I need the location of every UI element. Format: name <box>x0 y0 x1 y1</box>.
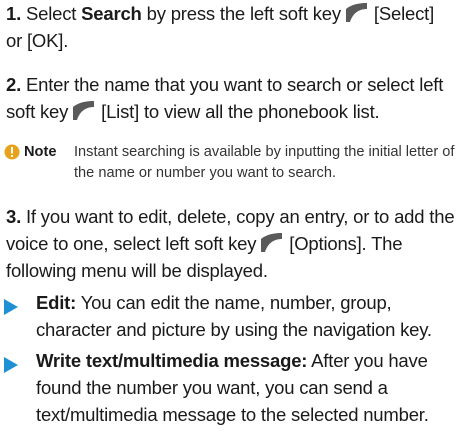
triangle-bullet-icon <box>4 295 18 315</box>
softkey-label: [Select] <box>373 3 435 24</box>
step-text: or [OK]. <box>6 30 69 51</box>
bullet-title: Edit: <box>36 292 77 313</box>
left-soft-key-icon <box>345 2 368 23</box>
menu-item-search: Search <box>81 3 142 24</box>
softkey-label: [Options]. <box>289 233 367 254</box>
note-text: Instant searching is available by inputt… <box>74 144 455 181</box>
note-block: Note Instant searching is available by i… <box>4 142 466 186</box>
bullet-text: Write text/multimedia message: After you… <box>36 347 468 428</box>
left-soft-key-icon <box>72 100 95 121</box>
step-number: 2. <box>6 74 22 95</box>
bullet-text: Edit: You can edit the name, number, gro… <box>36 289 468 343</box>
step-2: 2. Enter the name that you want to searc… <box>6 71 466 125</box>
step-text: Select <box>25 3 77 24</box>
info-icon <box>4 144 20 160</box>
triangle-bullet-icon <box>4 353 18 373</box>
step-text: by press the left soft key <box>146 3 341 24</box>
step-3: 3. If you want to edit, delete, copy an … <box>6 203 466 284</box>
step-number: 3. <box>6 206 22 227</box>
bullet-edit: Edit: You can edit the name, number, gro… <box>4 289 466 343</box>
step-text: to view all the phonebook list. <box>143 101 380 122</box>
note-label: Note <box>24 144 57 160</box>
manual-page: 1. Select Search by press the left soft … <box>0 0 471 431</box>
bullet-write-message: Write text/multimedia message: After you… <box>4 347 466 428</box>
bullet-description: You can edit the name, number, group, ch… <box>36 292 432 340</box>
bullet-title: Write text/multimedia message: <box>36 350 308 371</box>
step-1: 1. Select Search by press the left soft … <box>6 0 466 54</box>
left-soft-key-icon <box>260 232 283 253</box>
step-number: 1. <box>6 3 22 24</box>
softkey-label: [List] <box>101 101 140 122</box>
